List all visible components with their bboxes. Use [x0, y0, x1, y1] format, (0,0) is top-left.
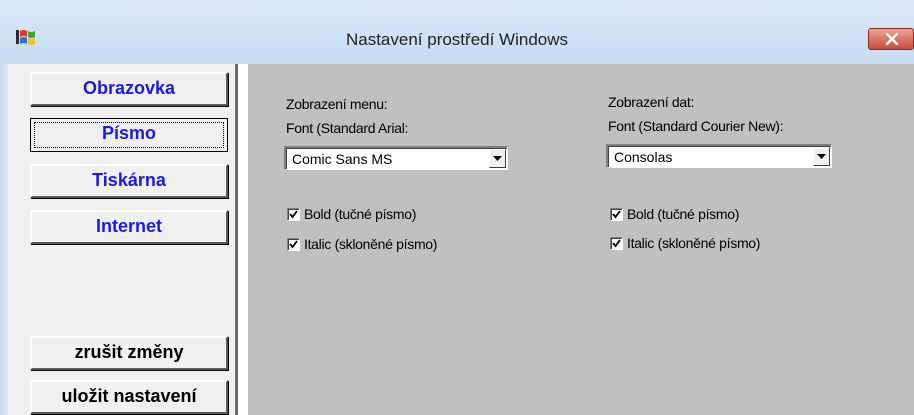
data-bold-label: Bold (tučné písmo)	[627, 206, 740, 222]
checkmark-icon	[289, 240, 298, 249]
save-settings-button[interactable]: uložit nastavení	[30, 380, 228, 414]
window-title: Nastavení prostředí Windows	[345, 30, 569, 49]
data-font-label: Font (Standard Courier New):	[608, 118, 784, 134]
nav-button-label: Obrazovka	[82, 78, 176, 98]
dropdown-arrow-button[interactable]	[813, 147, 830, 166]
data-font-heading: Zobrazení dat:	[608, 94, 695, 110]
nav-button-pismo[interactable]: Písmo	[30, 118, 228, 152]
menu-italic-checkbox[interactable]	[287, 238, 300, 251]
dropdown-arrow-button[interactable]	[489, 149, 506, 168]
data-bold-checkbox[interactable]	[610, 208, 623, 221]
nav-button-obrazovka[interactable]: Obrazovka	[30, 72, 228, 106]
close-icon	[885, 33, 899, 45]
nav-button-internet[interactable]: Internet	[30, 210, 228, 244]
nav-button-label: Písmo	[101, 123, 157, 143]
menu-italic-label: Italic (skloněné písmo)	[304, 236, 438, 252]
nav-button-label: Internet	[95, 216, 162, 236]
menu-bold-checkbox[interactable]	[287, 208, 300, 221]
panel-gap	[238, 64, 248, 415]
checkmark-icon	[289, 210, 298, 219]
checkmark-icon	[612, 210, 621, 219]
save-settings-label: uložit nastavení	[61, 386, 197, 406]
discard-changes-label: zrušit změny	[74, 342, 184, 362]
nav-button-tiskarna[interactable]: Tiskárna	[30, 164, 228, 198]
menu-bold-label: Bold (tučné písmo)	[304, 206, 417, 222]
chevron-down-icon	[817, 154, 826, 159]
data-font-value: Consolas	[614, 149, 673, 165]
chevron-down-icon	[493, 156, 502, 161]
title-bar: Nastavení prostředí Windows	[0, 0, 914, 60]
menu-font-heading: Zobrazení menu:	[286, 96, 388, 112]
window-frame-left	[0, 64, 8, 415]
data-italic-checkbox[interactable]	[610, 237, 623, 250]
discard-changes-button[interactable]: zrušit změny	[30, 336, 228, 370]
close-button[interactable]	[868, 28, 914, 50]
menu-font-select[interactable]: Comic Sans MS	[284, 146, 508, 170]
menu-font-label: Font (Standard Arial:	[286, 120, 409, 136]
nav-button-label: Tiskárna	[92, 170, 166, 190]
checkmark-icon	[612, 239, 621, 248]
data-italic-label: Italic (skloněné písmo)	[627, 235, 761, 251]
menu-font-value: Comic Sans MS	[292, 151, 393, 167]
data-font-select[interactable]: Consolas	[606, 144, 832, 168]
